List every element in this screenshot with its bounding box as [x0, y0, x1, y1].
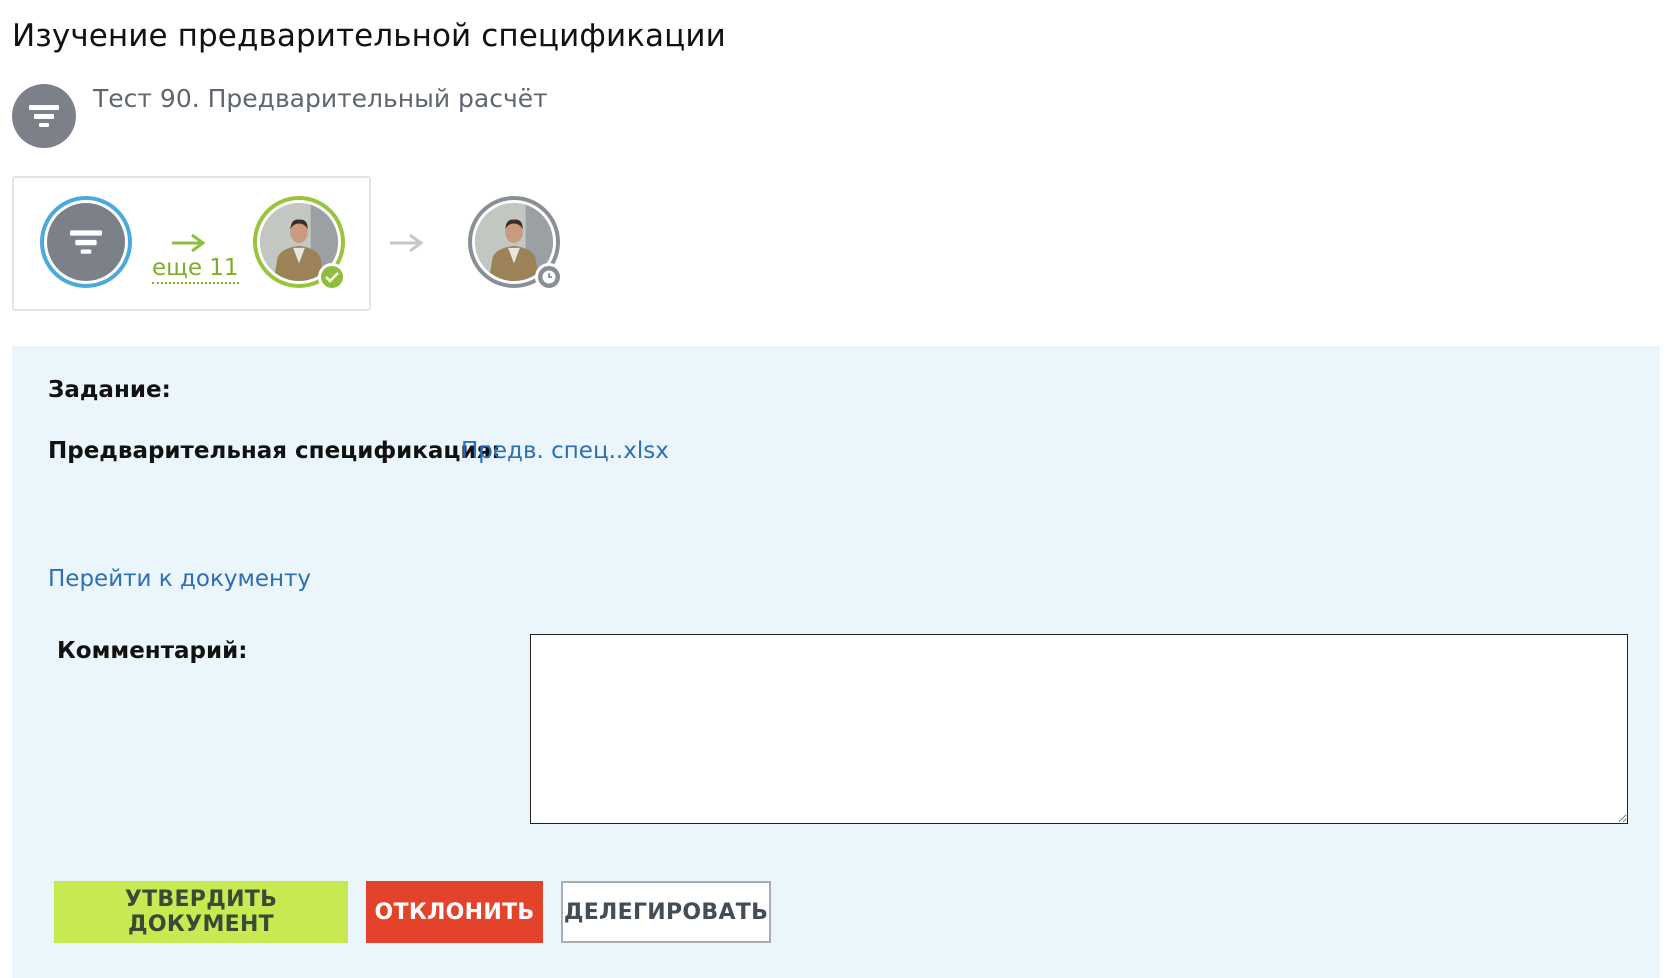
task-type-avatar: [12, 84, 76, 148]
comment-input[interactable]: [530, 634, 1628, 824]
delegate-button[interactable]: Делегировать: [561, 881, 771, 943]
task-label: Задание:: [48, 377, 171, 403]
check-icon: [325, 272, 339, 283]
filter-icon: [29, 105, 59, 127]
goto-document-link[interactable]: Перейти к документу: [48, 566, 311, 592]
route-start-node[interactable]: [40, 196, 132, 288]
spec-label: Предварительная спецификация:: [48, 438, 501, 464]
page-title: Изучение предварительной спецификации: [12, 18, 726, 54]
filter-icon: [70, 230, 102, 254]
pending-clock-badge: [535, 263, 563, 291]
reject-button[interactable]: Отклонить: [366, 881, 543, 943]
clock-icon: [542, 270, 556, 284]
task-name: Тест 90. Предварительный расчёт: [93, 84, 548, 113]
approved-check-badge: [318, 263, 346, 291]
more-participants-link[interactable]: еще 11: [152, 254, 239, 284]
spec-file-link[interactable]: Предв. спец..xlsx: [461, 438, 669, 464]
comment-label: Комментарий:: [57, 638, 248, 664]
approve-document-button[interactable]: Утвердить документ: [54, 881, 348, 943]
arrow-right-icon: [172, 233, 206, 253]
arrow-right-icon: [390, 233, 424, 253]
